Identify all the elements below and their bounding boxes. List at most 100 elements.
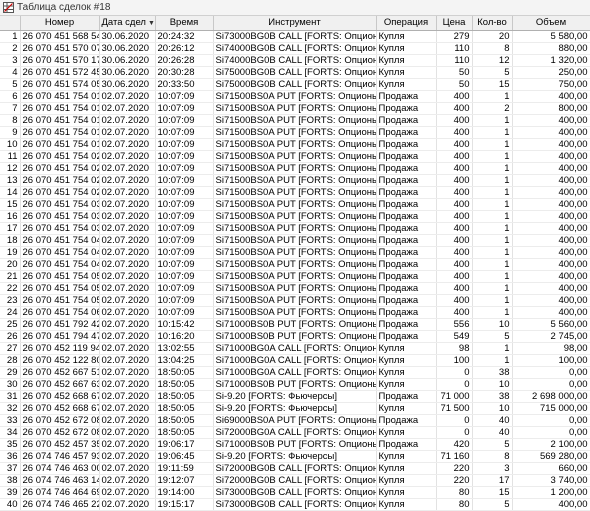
table-row[interactable]: 22 26 070 451 754 054 02.07.2020 10:07:09 Si… [0, 282, 590, 295]
table-row[interactable]: 18 26 070 451 754 042 02.07.2020 10:07:09 Si… [0, 234, 590, 247]
table-row[interactable]: 34 26 070 452 672 088 02.07.2020 18:50:05 Si… [0, 426, 590, 439]
deal-date-cell: 02.07.2020 [99, 414, 156, 427]
row-index-cell: 34 [0, 426, 21, 439]
operation-cell: Продажа [376, 186, 437, 199]
table-row[interactable]: 36 26 074 746 457 936 02.07.2020 19:06:45 Si… [0, 450, 590, 463]
table-row[interactable]: 29 26 070 452 667 512 02.07.2020 18:50:05 Si… [0, 366, 590, 379]
table-row[interactable]: 11 26 070 451 754 021 02.07.2020 10:07:09 Si… [0, 150, 590, 163]
volume-cell: 400,00 [512, 126, 590, 139]
table-row[interactable]: 5 26 070 451 574 056 30.06.2020 20:33:50 Si7… [0, 78, 590, 91]
deal-time-cell: 18:50:05 [155, 378, 214, 391]
table-row[interactable]: 13 26 070 451 754 027 02.07.2020 10:07:09 Si… [0, 174, 590, 187]
deal-time-cell: 13:02:55 [155, 342, 214, 355]
column-header-price[interactable]: Цена [436, 16, 473, 31]
table-row[interactable]: 26 26 070 451 794 472 02.07.2020 10:16:20 Si… [0, 330, 590, 343]
deal-time-cell: 19:11:59 [155, 462, 214, 475]
column-header-number[interactable]: Номер [20, 16, 100, 31]
table-row[interactable]: 21 26 070 451 754 051 02.07.2020 10:07:09 Si… [0, 270, 590, 283]
table-row[interactable]: 32 26 070 452 668 678 02.07.2020 18:50:05 Si… [0, 402, 590, 415]
quantity-cell: 1 [472, 258, 513, 271]
operation-cell: Продажа [376, 222, 437, 235]
deal-date-cell: 02.07.2020 [99, 486, 156, 499]
table-row[interactable]: 35 26 070 452 457 358 02.07.2020 19:06:17 Si… [0, 438, 590, 451]
table-row[interactable]: 31 26 070 452 668 677 02.07.2020 18:50:05 Si… [0, 390, 590, 403]
window-titlebar[interactable]: Таблица сделок #18 [0, 0, 590, 16]
deal-date-cell: 02.07.2020 [99, 210, 156, 223]
column-header-instrument[interactable]: Инструмент [213, 16, 377, 31]
table-row[interactable]: 23 26 070 451 754 055 02.07.2020 10:07:09 Si… [0, 294, 590, 307]
table-row[interactable]: 39 26 074 746 464 693 02.07.2020 19:14:00 Si… [0, 486, 590, 499]
price-cell: 110 [436, 54, 473, 67]
row-index-cell: 7 [0, 102, 21, 115]
deal-date-cell: 02.07.2020 [99, 426, 156, 439]
row-index-cell: 28 [0, 354, 21, 367]
operation-cell: Продажа [376, 438, 437, 451]
quantity-cell: 1 [472, 282, 513, 295]
quantity-cell: 1 [472, 246, 513, 259]
table-row[interactable]: 7 26 070 451 754 011 02.07.2020 10:07:09 Si7… [0, 102, 590, 115]
deal-time-cell: 20:30:28 [155, 66, 214, 79]
quantity-cell: 15 [472, 486, 513, 499]
deal-date-cell: 02.07.2020 [99, 234, 156, 247]
price-cell: 400 [436, 234, 473, 247]
column-header-quantity[interactable]: Кол-во [472, 16, 513, 31]
deal-date-cell: 02.07.2020 [99, 246, 156, 259]
table-row[interactable]: 6 26 070 451 754 010 02.07.2020 10:07:09 Si7… [0, 90, 590, 103]
operation-cell: Купля [376, 366, 437, 379]
table-row[interactable]: 1 26 070 451 568 546 30.06.2020 20:24:32 Si7… [0, 30, 590, 43]
table-row[interactable]: 2 26 070 451 570 073 30.06.2020 20:26:12 Si7… [0, 42, 590, 55]
deal-number-cell: 26 070 451 754 012 [20, 114, 100, 127]
deal-date-cell: 02.07.2020 [99, 354, 156, 367]
quantity-cell: 1 [472, 126, 513, 139]
table-row[interactable]: 10 26 070 451 754 018 02.07.2020 10:07:09 Si… [0, 138, 590, 151]
deal-date-cell: 02.07.2020 [99, 138, 156, 151]
operation-cell: Купля [376, 474, 437, 487]
price-cell: 400 [436, 198, 473, 211]
table-row[interactable]: 40 26 074 746 465 220 02.07.2020 19:15:17 Si… [0, 498, 590, 511]
deal-date-cell: 02.07.2020 [99, 450, 156, 463]
row-index-cell: 23 [0, 294, 21, 307]
column-header-operation[interactable]: Операция [376, 16, 437, 31]
row-index-cell: 11 [0, 150, 21, 163]
operation-cell: Купля [376, 66, 437, 79]
table-row[interactable]: 4 26 070 451 572 459 30.06.2020 20:30:28 Si7… [0, 66, 590, 79]
table-row[interactable]: 25 26 070 451 792 425 02.07.2020 10:15:42 Si… [0, 318, 590, 331]
column-header-time[interactable]: Время [155, 16, 214, 31]
row-index-cell: 13 [0, 174, 21, 187]
table-row[interactable]: 28 26 070 452 122 806 02.07.2020 13:04:25 Si… [0, 354, 590, 367]
table-row[interactable]: 17 26 070 451 754 037 02.07.2020 10:07:09 Si… [0, 222, 590, 235]
table-row[interactable]: 14 26 070 451 754 028 02.07.2020 10:07:09 Si… [0, 186, 590, 199]
table-row[interactable]: 19 26 070 451 754 045 02.07.2020 10:07:09 Si… [0, 246, 590, 259]
instrument-cell: Si71500BS0A PUT [FORTS: Опционы] [213, 210, 377, 223]
row-index-cell: 2 [0, 42, 21, 55]
table-row[interactable]: 33 26 070 452 672 087 02.07.2020 18:50:05 Si… [0, 414, 590, 427]
row-index-cell: 38 [0, 474, 21, 487]
table-row[interactable]: 30 26 070 452 667 635 02.07.2020 18:50:05 Si… [0, 378, 590, 391]
volume-cell: 0,00 [512, 366, 590, 379]
table-row[interactable]: 3 26 070 451 570 178 30.06.2020 20:26:28 Si7… [0, 54, 590, 67]
row-index-cell: 15 [0, 198, 21, 211]
table-row[interactable]: 38 26 074 746 463 143 02.07.2020 19:12:07 Si… [0, 474, 590, 487]
table-row[interactable]: 9 26 070 451 754 013 02.07.2020 10:07:09 Si7… [0, 126, 590, 139]
table-row[interactable]: 20 26 070 451 754 046 02.07.2020 10:07:09 Si… [0, 258, 590, 271]
table-row[interactable]: 12 26 070 451 754 022 02.07.2020 10:07:09 Si… [0, 162, 590, 175]
table-row[interactable]: 24 26 070 451 754 061 02.07.2020 10:07:09 Si… [0, 306, 590, 319]
quantity-cell: 38 [472, 366, 513, 379]
instrument-cell: Si71000BG0A CALL [FORTS: Опционы] [213, 342, 377, 355]
column-header-date[interactable]: Дата сдел ▼ [99, 16, 156, 31]
row-index-cell: 40 [0, 498, 21, 511]
operation-cell: Продажа [376, 114, 437, 127]
table-row[interactable]: 27 26 070 452 119 940 02.07.2020 13:02:55 Si… [0, 342, 590, 355]
volume-cell: 1 320,00 [512, 54, 590, 67]
price-cell: 0 [436, 366, 473, 379]
volume-cell: 400,00 [512, 306, 590, 319]
column-header-volume[interactable]: Объем [512, 16, 590, 31]
deal-number-cell: 26 070 451 754 037 [20, 222, 100, 235]
table-row[interactable]: 15 26 070 451 754 033 02.07.2020 10:07:09 Si… [0, 198, 590, 211]
volume-cell: 400,00 [512, 246, 590, 259]
table-row[interactable]: 16 26 070 451 754 036 02.07.2020 10:07:09 Si… [0, 210, 590, 223]
deal-time-cell: 10:16:20 [155, 330, 214, 343]
deal-date-cell: 02.07.2020 [99, 222, 156, 235]
table-row[interactable]: 37 26 074 746 463 000 02.07.2020 19:11:59 Si… [0, 462, 590, 475]
table-row[interactable]: 8 26 070 451 754 012 02.07.2020 10:07:09 Si7… [0, 114, 590, 127]
